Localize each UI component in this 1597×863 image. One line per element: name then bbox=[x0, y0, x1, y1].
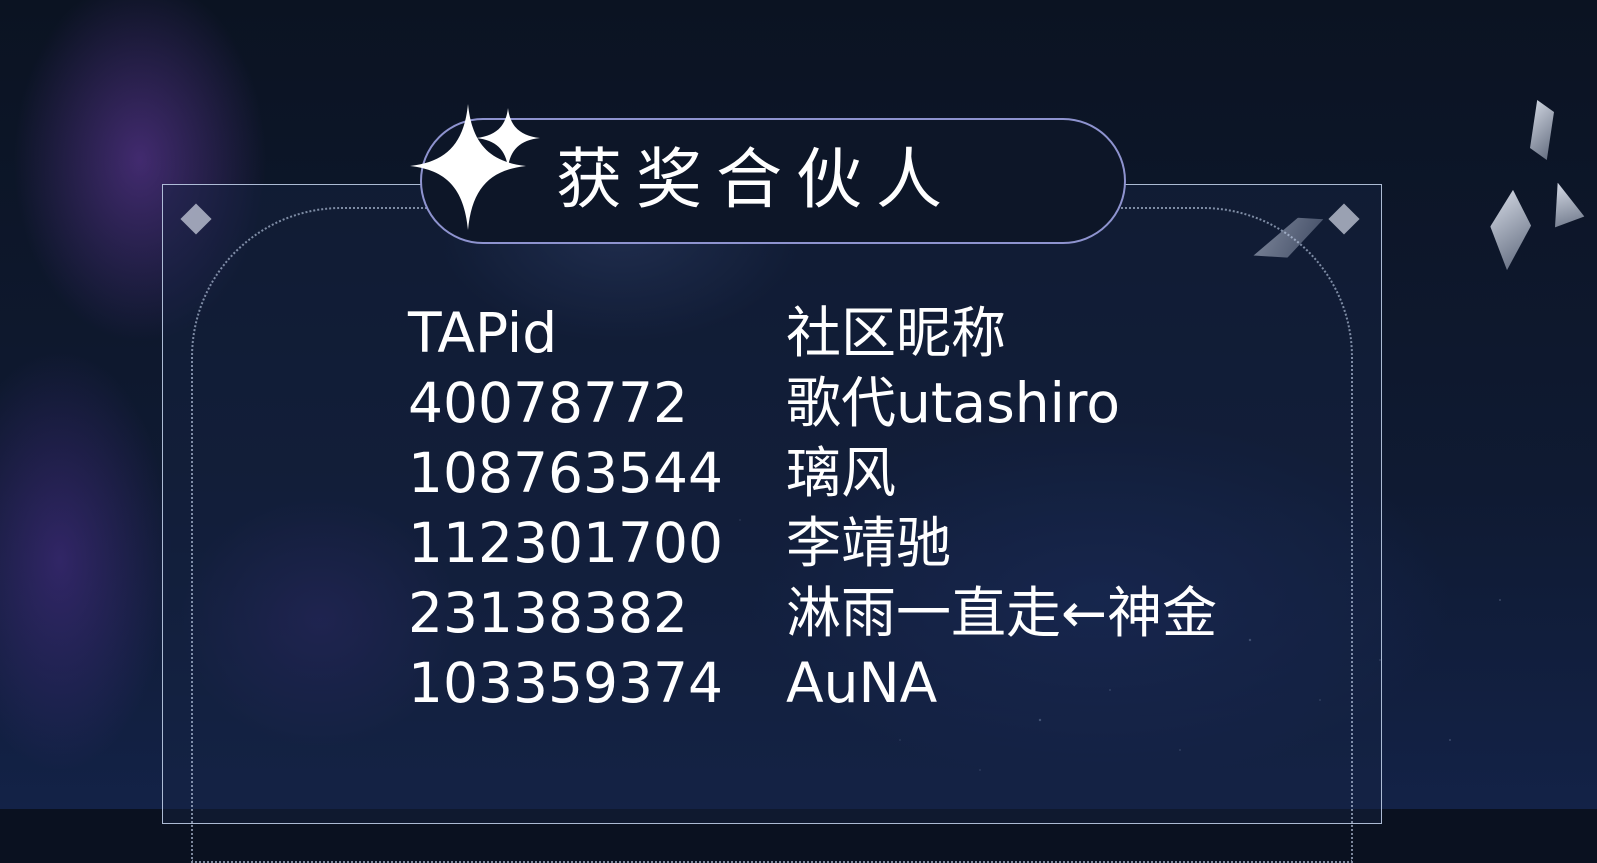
tapid-cell: 23138382 bbox=[408, 581, 688, 645]
table-row: 40078772 歌代utashiro bbox=[408, 368, 1217, 438]
tapid-cell: 40078772 bbox=[408, 371, 688, 435]
column-header-nickname: 社区昵称 bbox=[786, 301, 1007, 365]
nickname-cell: 璃风 bbox=[786, 441, 897, 505]
page-title: 获奖合伙人 bbox=[556, 141, 956, 218]
tapid-cell: 103359374 bbox=[408, 651, 723, 715]
winners-table: TAPid 社区昵称 40078772 歌代utashiro 108763544… bbox=[408, 298, 1217, 718]
nickname-cell: AuNA bbox=[786, 651, 938, 715]
nickname-cell: 淋雨一直走←神金 bbox=[786, 581, 1218, 645]
nickname-cell: 李靖驰 bbox=[786, 511, 952, 575]
table-row: 103359374 AuNA bbox=[408, 648, 1217, 718]
sparkle-icon bbox=[410, 104, 540, 230]
table-header: TAPid 社区昵称 bbox=[408, 298, 1217, 368]
table-row: 23138382 淋雨一直走←神金 bbox=[408, 578, 1217, 648]
nickname-cell: 歌代utashiro bbox=[786, 371, 1120, 435]
tapid-cell: 108763544 bbox=[408, 441, 723, 505]
tapid-cell: 112301700 bbox=[408, 511, 723, 575]
table-row: 108763544 璃风 bbox=[408, 438, 1217, 508]
column-header-tapid: TAPid bbox=[408, 301, 558, 365]
table-row: 112301700 李靖驰 bbox=[408, 508, 1217, 578]
